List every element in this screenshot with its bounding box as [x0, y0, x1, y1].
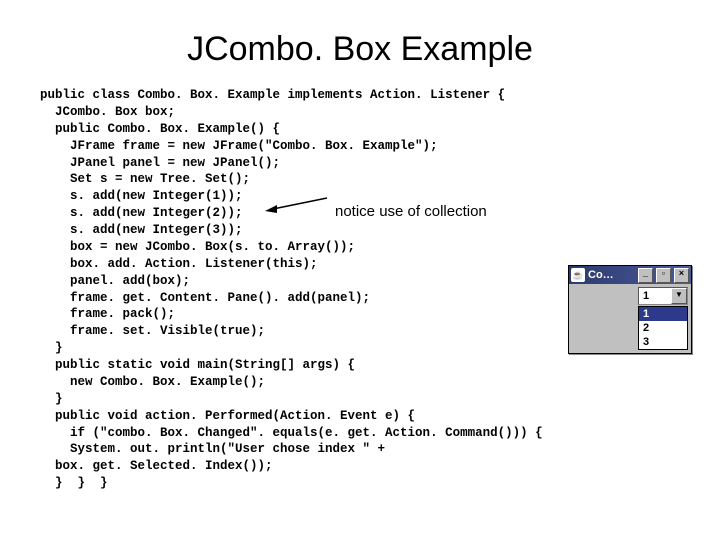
chevron-down-icon[interactable]: ▼: [671, 288, 687, 304]
maximize-button[interactable]: ▫: [656, 268, 671, 283]
java-coffee-icon: ☕: [571, 268, 585, 282]
window-title: Co…: [588, 269, 635, 281]
arrow-icon: [265, 195, 330, 215]
combobox[interactable]: 1 ▼: [638, 287, 688, 305]
window-body: 1 ▼ 123: [569, 284, 691, 353]
combobox-dropdown: 123: [638, 306, 688, 350]
demo-window: ☕ Co… _ ▫ × 1 ▼ 123: [568, 265, 692, 354]
close-button[interactable]: ×: [674, 268, 689, 283]
combobox-selected-value: 1: [639, 290, 671, 302]
combobox-option[interactable]: 2: [639, 321, 687, 335]
combobox-option[interactable]: 1: [639, 307, 687, 321]
window-titlebar: ☕ Co… _ ▫ ×: [569, 266, 691, 284]
annotation-text: notice use of collection: [335, 203, 487, 220]
slide-title: JCombo. Box Example: [40, 30, 680, 69]
combobox-option[interactable]: 3: [639, 335, 687, 349]
minimize-button[interactable]: _: [638, 268, 653, 283]
